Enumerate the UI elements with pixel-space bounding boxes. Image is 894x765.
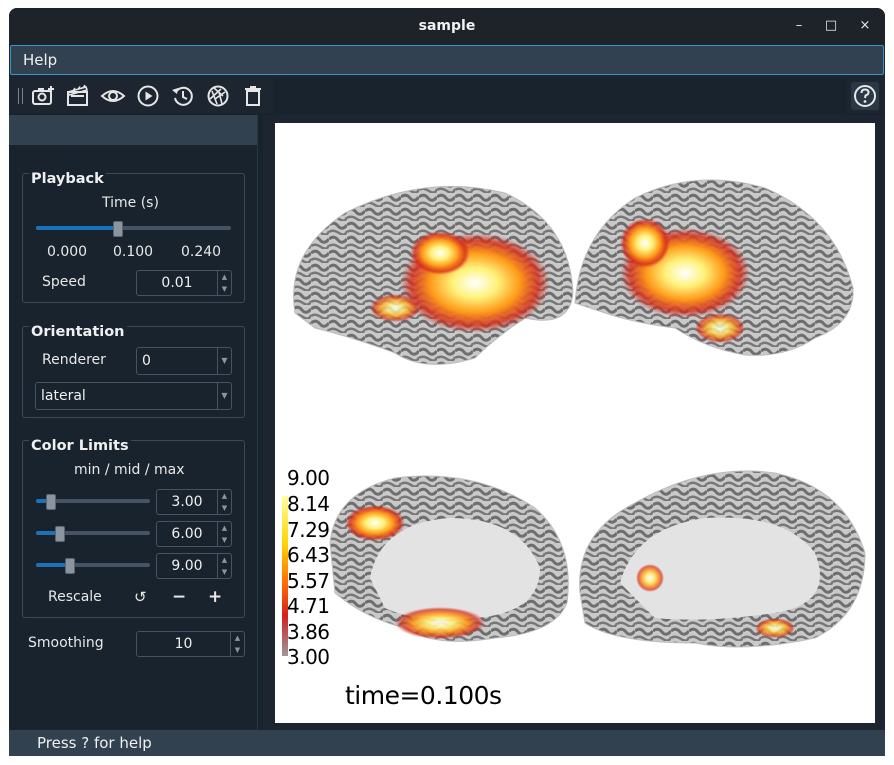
reset-button[interactable] (170, 83, 196, 109)
colorbar-tick: 4.71 (287, 594, 330, 618)
trash-button[interactable] (240, 83, 266, 109)
color-limits-subtitle: min / mid / max (74, 462, 185, 478)
movie-icon (66, 84, 89, 106)
playback-title: Playback (29, 171, 106, 187)
visibility-button[interactable] (100, 83, 126, 109)
brain-medial-right (579, 470, 866, 648)
renderer-value: 0 (142, 353, 151, 369)
sidebar: Playback Time (s) 0.000 0.100 0.240 Spee… (9, 115, 257, 730)
movie-button[interactable] (65, 83, 91, 109)
increase-limits-button[interactable]: + (208, 587, 222, 607)
min-value: 3.00 (171, 494, 203, 510)
max-stepper-icon[interactable]: ▲ ▼ (217, 554, 231, 578)
aperture-button[interactable] (205, 83, 231, 109)
smoothing-label: Smoothing (28, 635, 104, 651)
decrease-limits-button[interactable]: − (172, 587, 186, 607)
trash-icon (245, 86, 261, 106)
screenshot-button[interactable] (30, 83, 56, 109)
max-value: 9.00 (171, 558, 203, 574)
brain-medial-left (329, 475, 569, 642)
brain-lateral-right (574, 179, 854, 356)
view-select[interactable]: lateral ▼ (35, 382, 232, 410)
close-button[interactable]: × (855, 16, 875, 36)
toolbar-grip[interactable] (18, 88, 23, 104)
colorbar-tick: 6.43 (287, 543, 330, 567)
aperture-icon (207, 85, 229, 107)
panel-splitter[interactable] (257, 115, 263, 730)
min-slider-handle[interactable] (46, 494, 56, 510)
brain-render (282, 179, 866, 656)
title-bar: sample – □ × (9, 8, 885, 44)
minimize-button[interactable]: – (789, 16, 809, 36)
orientation-title: Orientation (29, 324, 127, 340)
maximize-button[interactable]: □ (821, 16, 841, 36)
chevron-down-icon: ▼ (217, 348, 231, 374)
max-slider-handle[interactable] (65, 558, 75, 574)
visibility-icon (100, 90, 126, 102)
colorbar-tick: 7.29 (287, 518, 330, 542)
time-tick-min: 0.000 (47, 244, 88, 260)
rescale-label: Rescale (48, 589, 102, 605)
menu-help[interactable]: Help (23, 46, 57, 74)
play-icon (137, 85, 159, 107)
colorbar-tick: 8.14 (287, 492, 330, 516)
mid-spinbox[interactable]: 6.00 ▲ ▼ (156, 521, 232, 547)
mid-stepper-icon[interactable]: ▲ ▼ (217, 522, 231, 546)
app-window: sample – □ × Help Playback Time (s) 0.00… (9, 8, 885, 756)
colorbar-tick: 9.00 (287, 466, 330, 490)
reset-icon (172, 86, 193, 106)
screenshot-icon (32, 86, 54, 105)
help-icon (854, 85, 876, 107)
renderer-select[interactable]: 0 ▼ (136, 347, 232, 375)
toolbar-spacer (273, 79, 847, 113)
speed-spinbox[interactable]: 0.01 ▲ ▼ (136, 270, 232, 296)
time-tick-current: 0.100 (113, 244, 154, 260)
time-slider-handle[interactable] (113, 221, 124, 237)
renderer-label: Renderer (42, 352, 106, 368)
status-bar: Press ? for help (9, 730, 885, 756)
colorbar-tick: 3.00 (287, 645, 330, 669)
speed-value: 0.01 (161, 275, 193, 291)
play-button[interactable] (135, 83, 161, 109)
mid-slider-handle[interactable] (55, 526, 65, 542)
colorbar-tick: 5.57 (287, 569, 330, 593)
speed-stepper-icon[interactable]: ▲ ▼ (217, 271, 231, 295)
sidebar-header (9, 115, 257, 145)
time-overlay: time=0.100s (345, 681, 502, 710)
smoothing-value: 10 (174, 636, 193, 652)
mid-value: 6.00 (171, 526, 203, 542)
max-slider-fill (36, 563, 68, 567)
window-title: sample (418, 18, 476, 34)
min-stepper-icon[interactable]: ▲ ▼ (217, 490, 231, 514)
help-button[interactable] (851, 82, 879, 110)
time-label: Time (s) (102, 195, 159, 211)
menu-bar: Help (10, 45, 884, 75)
smoothing-spinbox[interactable]: 10 ▲ ▼ (136, 631, 245, 657)
time-slider-fill (36, 226, 118, 230)
chevron-down-icon: ▼ (217, 383, 231, 409)
color-limits-title: Color Limits (29, 438, 131, 454)
status-text: Press ? for help (37, 734, 152, 752)
time-tick-max: 0.240 (181, 244, 222, 260)
min-spinbox[interactable]: 3.00 ▲ ▼ (156, 489, 232, 515)
reset-limits-button[interactable]: ↺ (134, 588, 147, 606)
speed-label: Speed (42, 274, 86, 290)
brain-viewer[interactable]: 9.00 8.14 7.29 6.43 5.57 4.71 3.86 3.00 … (275, 123, 875, 723)
colorbar-tick: 3.86 (287, 620, 330, 644)
toolbar (9, 79, 885, 113)
max-spinbox[interactable]: 9.00 ▲ ▼ (156, 553, 232, 579)
view-value: lateral (41, 388, 86, 404)
brain-lateral-left (293, 185, 574, 365)
smoothing-stepper-icon[interactable]: ▲ ▼ (230, 632, 244, 656)
